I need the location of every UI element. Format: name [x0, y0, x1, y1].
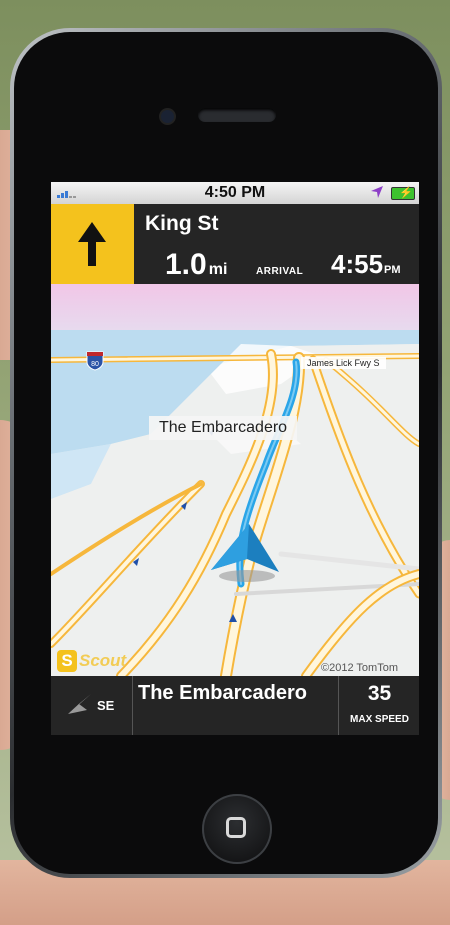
home-square-icon	[226, 817, 246, 838]
turn-instruction-box[interactable]	[51, 204, 134, 284]
map-view[interactable]: 80 The Embarcadero James Lick Fwy S S Sc…	[51, 284, 419, 676]
speed-limit-label: MAX SPEED	[350, 714, 409, 725]
status-bar: 4:50 PM ⚡	[51, 182, 419, 204]
position-shadow	[219, 570, 275, 582]
next-street-name: King St	[145, 212, 219, 235]
arrival-time-ampm: PM	[384, 264, 401, 276]
location-arrow-icon	[371, 186, 383, 198]
arrival-time: 4:55PM	[331, 249, 401, 280]
arrival-label: ARRIVAL	[256, 266, 304, 277]
scout-logo-icon: S	[57, 650, 77, 672]
scout-logo-text: Scout	[79, 651, 127, 670]
map-freeway-label: James Lick Fwy S	[301, 357, 386, 369]
speed-limit-panel: 35 MAX SPEED	[338, 676, 419, 735]
distance-value: 1.0	[165, 248, 207, 281]
distance-unit: mi	[208, 261, 228, 278]
battery-charging-icon: ⚡	[391, 187, 415, 200]
map-canvas[interactable]: 80	[51, 284, 419, 676]
map-copyright: ©2012 TomTom	[321, 662, 398, 674]
arrival-time-value: 4:55	[331, 249, 384, 279]
distance-to-turn: 1.0 mi	[165, 248, 227, 282]
status-time: 4:50 PM	[204, 184, 266, 201]
heading-direction: SE	[97, 698, 115, 713]
phone-front: 4:50 PM ⚡ King St 1.0 mi ARRIVAL 4:55PM …	[14, 32, 438, 874]
bottom-info-bar: SE The Embarcadero 35 MAX SPEED	[51, 676, 419, 735]
current-street-name: The Embarcadero	[138, 682, 307, 704]
phone-body: 4:50 PM ⚡ King St 1.0 mi ARRIVAL 4:55PM …	[10, 28, 442, 878]
scout-logo: S Scout	[57, 650, 126, 672]
speed-limit-value: 35	[367, 682, 392, 705]
compass-icon	[68, 694, 91, 714]
highway-shield-number: 80	[91, 361, 99, 368]
navigation-header[interactable]: King St 1.0 mi ARRIVAL 4:55PM	[51, 204, 419, 284]
phone-screen: 4:50 PM ⚡ King St 1.0 mi ARRIVAL 4:55PM …	[51, 182, 419, 735]
horizon-sky	[51, 284, 419, 332]
compass-button[interactable]: SE	[51, 676, 133, 735]
straight-arrow-icon	[78, 222, 106, 266]
home-button[interactable]	[202, 794, 272, 864]
map-street-label: The Embarcadero	[149, 416, 298, 440]
front-camera	[161, 110, 174, 123]
earpiece-speaker	[198, 108, 276, 122]
